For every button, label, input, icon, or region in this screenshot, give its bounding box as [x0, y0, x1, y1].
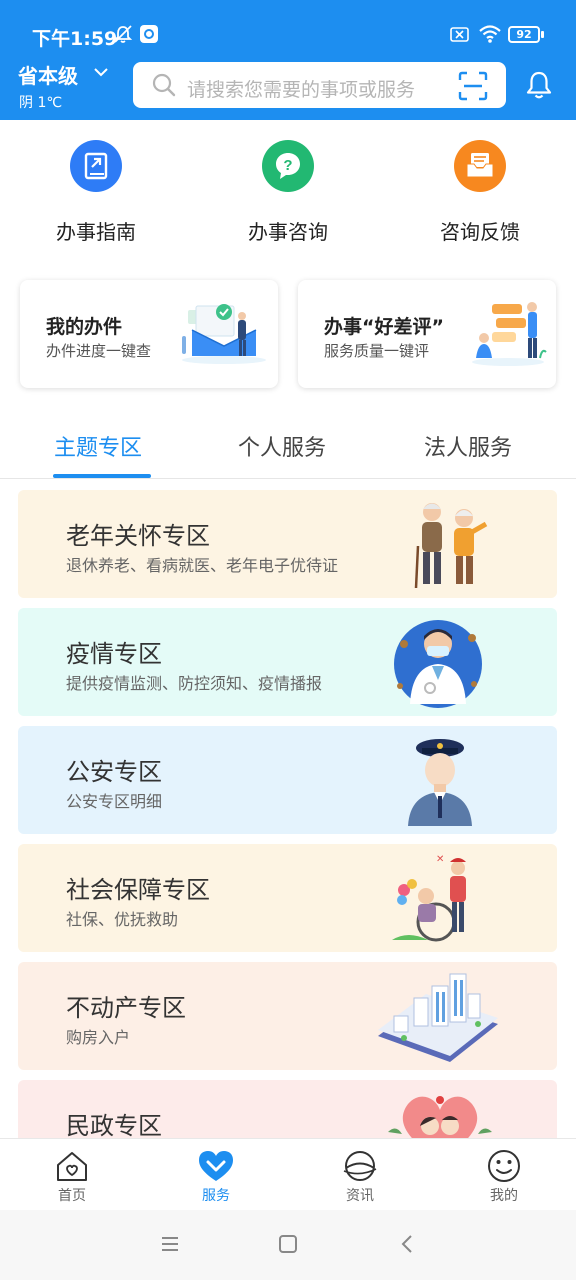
- city-illustration: [378, 973, 498, 1062]
- zone-real-estate[interactable]: 不动产专区 购房入户: [18, 962, 557, 1070]
- smiley-icon: [488, 1150, 520, 1182]
- feedback-label: 咨询反馈: [440, 220, 520, 244]
- search-icon: [152, 73, 176, 97]
- envelope-illustration: [182, 304, 266, 364]
- battery-cap: [541, 31, 544, 38]
- wheelchair-illustration: ✕: [392, 854, 466, 942]
- mute-icon: [113, 25, 133, 43]
- nav-home-label: 首页: [58, 1188, 86, 1204]
- zone-subtitle: 社保、优抚救助: [66, 910, 179, 929]
- consult-action[interactable]: ? 办事咨询: [208, 140, 368, 245]
- zone-title: 疫情专区: [66, 640, 162, 668]
- zone-list: 老年关怀专区 退休养老、看病就医、老年电子优待证 疫情专区 提供疫情监测、防控须…: [0, 478, 576, 1138]
- consult-label: 办事咨询: [248, 220, 328, 244]
- zone-epidemic[interactable]: 疫情专区 提供疫情监测、防控须知、疫情播报: [18, 608, 557, 716]
- doctor-illustration: [394, 620, 482, 708]
- region-selector[interactable]: 省本级: [18, 60, 78, 89]
- zone-subtitle: 公安专区明细: [66, 792, 163, 811]
- rating-title: 办事“好差评”: [324, 316, 444, 338]
- guide-action[interactable]: 办事指南: [16, 140, 176, 245]
- inbox-icon: [454, 140, 506, 192]
- nav-service-label: 服务: [202, 1188, 230, 1204]
- system-navigation-bar: [0, 1210, 576, 1280]
- search-input[interactable]: 请搜索您需要的事项或服务: [187, 75, 415, 102]
- no-sim-icon: [450, 27, 469, 42]
- svg-text:?: ?: [283, 157, 292, 174]
- status-bar: 下午1:59 92: [0, 0, 576, 56]
- feedback-action[interactable]: 咨询反馈: [400, 140, 560, 245]
- zone-subtitle: 退休养老、看病就医、老年电子优待证: [66, 556, 339, 575]
- zone-title: 不动产专区: [66, 994, 186, 1022]
- tab-legal-person[interactable]: 法人服务: [424, 430, 512, 462]
- nav-news[interactable]: 资讯: [288, 1139, 432, 1211]
- nav-mine-label: 我的: [490, 1188, 518, 1204]
- nav-home[interactable]: 首页: [0, 1139, 144, 1211]
- my-cases-subtitle: 办件进度一键查: [46, 342, 152, 360]
- question-icon: ?: [262, 140, 314, 192]
- wifi-icon: [479, 25, 501, 43]
- zone-civil-affairs[interactable]: 民政专区: [18, 1080, 557, 1138]
- zone-subtitle: 提供疫情监测、防控须知、疫情播报: [66, 674, 323, 693]
- bottom-navigation: 首页 服务 资讯 我的: [0, 1138, 576, 1210]
- planet-icon: [343, 1151, 377, 1181]
- zone-title: 公安专区: [66, 758, 162, 786]
- app-header: 下午1:59 92 省本级 阴 1℃ 请搜索您需要的事项或服务: [0, 0, 576, 120]
- menu-icon[interactable]: [160, 1234, 180, 1254]
- nav-mine[interactable]: 我的: [432, 1139, 576, 1211]
- back-icon[interactable]: [398, 1234, 418, 1254]
- chevron-down-icon[interactable]: [93, 66, 109, 78]
- home-icon: [57, 1152, 87, 1181]
- my-cases-card[interactable]: 我的办件 办件进度一键查: [20, 280, 278, 388]
- home-square-icon[interactable]: [278, 1234, 298, 1254]
- weather-text: 阴 1℃: [19, 95, 63, 111]
- zone-title: 老年关怀专区: [66, 522, 210, 550]
- rating-card[interactable]: 办事“好差评” 服务质量一键评: [298, 280, 556, 388]
- zone-police[interactable]: 公安专区 公安专区明细: [18, 726, 557, 834]
- heart-icon: [199, 1151, 233, 1181]
- rating-subtitle: 服务质量一键评: [324, 342, 430, 360]
- zone-social-security[interactable]: 社会保障专区 社保、优抚救助 ✕: [18, 844, 557, 952]
- zone-title: 民政专区: [66, 1112, 162, 1138]
- battery-icon: 92: [508, 26, 540, 43]
- wedding-illustration: [388, 1096, 492, 1138]
- zone-elderly[interactable]: 老年关怀专区 退休养老、看病就医、老年电子优待证: [18, 490, 557, 598]
- feedback-illustration: [472, 302, 547, 366]
- book-icon: [70, 140, 122, 192]
- svg-text:✕: ✕: [436, 854, 444, 865]
- zone-title: 社会保障专区: [66, 876, 210, 904]
- tab-personal[interactable]: 个人服务: [238, 430, 326, 462]
- nav-news-label: 资讯: [346, 1188, 374, 1204]
- elderly-couple-illustration: [414, 503, 488, 589]
- scan-icon[interactable]: [458, 71, 488, 101]
- tab-theme[interactable]: 主题专区: [54, 430, 142, 462]
- bell-icon[interactable]: [524, 70, 554, 100]
- search-bar[interactable]: 请搜索您需要的事项或服务: [133, 62, 506, 108]
- nav-service[interactable]: 服务: [144, 1139, 288, 1211]
- guide-label: 办事指南: [56, 220, 136, 244]
- zone-subtitle: 购房入户: [66, 1028, 131, 1047]
- police-illustration: [408, 739, 472, 826]
- app-notification-icon: [140, 25, 158, 43]
- my-cases-title: 我的办件: [46, 316, 123, 338]
- status-time: 下午1:59: [32, 28, 118, 50]
